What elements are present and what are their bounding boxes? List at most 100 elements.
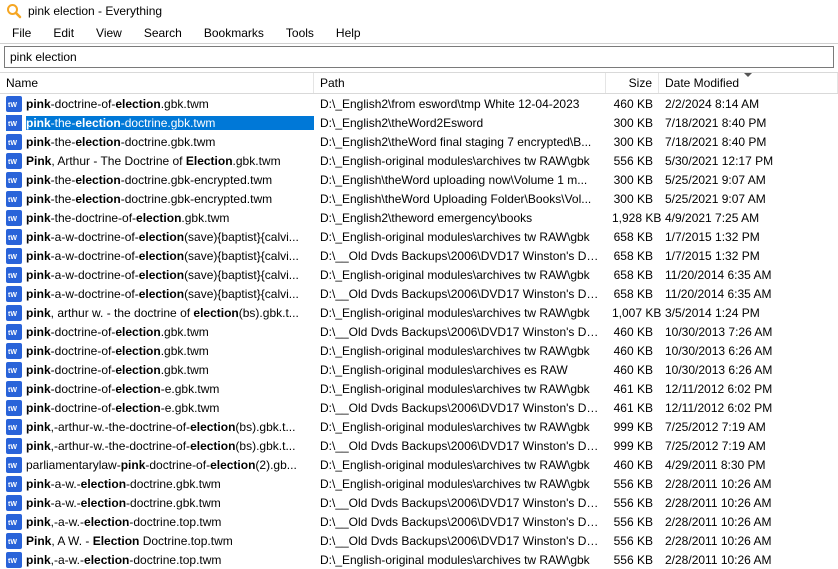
result-row[interactable]: tWpink-doctrine-of-election.gbk.twmD:\_E… bbox=[0, 341, 838, 360]
result-row[interactable]: tWpink-a-w.-election-doctrine.gbk.twmD:\… bbox=[0, 493, 838, 512]
file-icon: tW bbox=[6, 495, 22, 511]
result-row[interactable]: tWpink,-a-w.-election-doctrine.top.twmD:… bbox=[0, 550, 838, 569]
result-row[interactable]: tWpink,-arthur-w.-the-doctrine-of-electi… bbox=[0, 436, 838, 455]
cell-path: D:\_English-original modules\archives tw… bbox=[314, 230, 606, 244]
svg-text:tW: tW bbox=[8, 463, 17, 470]
result-row[interactable]: tWpink-a-w-doctrine-of-election(save){ba… bbox=[0, 284, 838, 303]
cell-size: 658 KB bbox=[606, 249, 659, 263]
result-row[interactable]: tWpink,-a-w.-election-doctrine.top.twmD:… bbox=[0, 512, 838, 531]
cell-path: D:\__Old Dvds Backups\2006\DVD17 Winston… bbox=[314, 287, 606, 301]
cell-date: 4/29/2011 8:30 PM bbox=[659, 458, 838, 472]
menu-help[interactable]: Help bbox=[330, 24, 371, 42]
column-header-path[interactable]: Path bbox=[314, 73, 606, 93]
menu-view[interactable]: View bbox=[90, 24, 132, 42]
result-row[interactable]: tWpink-doctrine-of-election.gbk.twmD:\_E… bbox=[0, 94, 838, 113]
cell-size: 556 KB bbox=[606, 515, 659, 529]
cell-name: pink,-arthur-w.-the-doctrine-of-election… bbox=[26, 420, 314, 434]
column-header-name[interactable]: Name bbox=[0, 73, 314, 93]
cell-name: pink-the-election-doctrine.gbk-encrypted… bbox=[26, 173, 314, 187]
svg-text:tW: tW bbox=[8, 254, 17, 261]
result-row[interactable]: tW pink-the-election-doctrine.gbk.twmD:\_… bbox=[0, 132, 838, 151]
cell-date: 10/30/2013 6:26 AM bbox=[659, 363, 838, 377]
cell-size: 556 KB bbox=[606, 496, 659, 510]
cell-date: 11/20/2014 6:35 AM bbox=[659, 287, 838, 301]
file-icon: tW bbox=[6, 96, 22, 112]
menu-tools[interactable]: Tools bbox=[280, 24, 324, 42]
file-icon: tW bbox=[6, 514, 22, 530]
cell-size: 556 KB bbox=[606, 477, 659, 491]
result-row[interactable]: tWpink-doctrine-of-election-e.gbk.twmD:\… bbox=[0, 398, 838, 417]
result-row[interactable]: tWpink-doctrine-of-election.gbk.twmD:\_E… bbox=[0, 360, 838, 379]
result-row[interactable]: tWpink-a-w-doctrine-of-election(save){ba… bbox=[0, 227, 838, 246]
column-header-size[interactable]: Size bbox=[606, 73, 659, 93]
file-icon: tW bbox=[6, 267, 22, 283]
cell-path: D:\_English-original modules\archives tw… bbox=[314, 458, 606, 472]
svg-text:tW: tW bbox=[8, 330, 17, 337]
file-icon: tW bbox=[6, 134, 22, 150]
file-icon: tW bbox=[6, 457, 22, 473]
result-row[interactable]: tW Pink, Arthur - The Doctrine of Electio… bbox=[0, 151, 838, 170]
cell-date: 2/28/2011 10:26 AM bbox=[659, 534, 838, 548]
cell-name: Pink, Arthur - The Doctrine of Election.… bbox=[26, 154, 314, 168]
file-icon: tW bbox=[6, 381, 22, 397]
cell-date: 4/9/2021 7:25 AM bbox=[659, 211, 838, 225]
search-input[interactable] bbox=[5, 47, 833, 67]
cell-date: 5/25/2021 9:07 AM bbox=[659, 173, 838, 187]
cell-size: 658 KB bbox=[606, 287, 659, 301]
result-row[interactable]: tWpink-the-doctrine-of-election.gbk.twmD… bbox=[0, 208, 838, 227]
svg-text:tW: tW bbox=[8, 235, 17, 242]
file-icon: tW bbox=[6, 286, 22, 302]
cell-size: 461 KB bbox=[606, 401, 659, 415]
cell-name: pink-doctrine-of-election.gbk.twm bbox=[26, 344, 314, 358]
result-row[interactable]: tWpink-doctrine-of-election-e.gbk.twmD:\… bbox=[0, 379, 838, 398]
result-row[interactable]: tWpink-a-w.-election-doctrine.gbk.twmD:\… bbox=[0, 474, 838, 493]
result-row[interactable]: tWpink-doctrine-of-election.gbk.twmD:\__… bbox=[0, 322, 838, 341]
cell-date: 5/30/2021 12:17 PM bbox=[659, 154, 838, 168]
cell-path: D:\_English-original modules\archives tw… bbox=[314, 553, 606, 567]
menu-file[interactable]: File bbox=[6, 24, 41, 42]
result-row[interactable]: tWpink, arthur w. - the doctrine of elec… bbox=[0, 303, 838, 322]
cell-size: 300 KB bbox=[606, 173, 659, 187]
cell-name: pink-doctrine-of-election-e.gbk.twm bbox=[26, 401, 314, 415]
svg-text:tW: tW bbox=[8, 178, 17, 185]
cell-date: 7/18/2021 8:40 PM bbox=[659, 116, 838, 130]
result-row[interactable]: tWparliamentarylaw-pink-doctrine-of-elec… bbox=[0, 455, 838, 474]
svg-text:tW: tW bbox=[8, 121, 17, 128]
svg-text:tW: tW bbox=[8, 292, 17, 299]
svg-text:tW: tW bbox=[8, 520, 17, 527]
menu-bookmarks[interactable]: Bookmarks bbox=[198, 24, 274, 42]
result-row[interactable]: tWpink-a-w-doctrine-of-election(save){ba… bbox=[0, 265, 838, 284]
result-row[interactable]: tW pink,-arthur-w.-the-doctrine-of-electi… bbox=[0, 417, 838, 436]
cell-path: D:\_English2\theWord final staging 7 enc… bbox=[314, 135, 606, 149]
cell-date: 1/7/2015 1:32 PM bbox=[659, 230, 838, 244]
cell-size: 999 KB bbox=[606, 420, 659, 434]
svg-text:tW: tW bbox=[8, 159, 17, 166]
cell-date: 2/2/2024 8:14 AM bbox=[659, 97, 838, 111]
svg-text:tW: tW bbox=[8, 425, 17, 432]
results-list[interactable]: tWpink-doctrine-of-election.gbk.twmD:\_E… bbox=[0, 94, 838, 569]
cell-name: pink-doctrine-of-election.gbk.twm bbox=[26, 325, 314, 339]
menu-search[interactable]: Search bbox=[138, 24, 192, 42]
cell-size: 1,928 KB bbox=[606, 211, 659, 225]
file-icon: tW bbox=[6, 248, 22, 264]
file-icon: tW bbox=[6, 229, 22, 245]
file-icon: tW bbox=[6, 533, 22, 549]
result-row[interactable]: tWPink, A W. - Election Doctrine.top.twm… bbox=[0, 531, 838, 550]
file-icon: tW bbox=[6, 552, 22, 568]
column-headers: Name Path Size Date Modified bbox=[0, 72, 838, 94]
window-title: pink election - Everything bbox=[28, 4, 162, 18]
menu-edit[interactable]: Edit bbox=[47, 24, 84, 42]
cell-path: D:\_English2\from esword\tmp White 12-04… bbox=[314, 97, 606, 111]
cell-size: 460 KB bbox=[606, 458, 659, 472]
search-box bbox=[4, 46, 834, 68]
cell-path: D:\_English-original modules\archives tw… bbox=[314, 306, 606, 320]
result-row[interactable]: tWpink-a-w-doctrine-of-election(save){ba… bbox=[0, 246, 838, 265]
column-header-date[interactable]: Date Modified bbox=[659, 73, 838, 93]
cell-size: 460 KB bbox=[606, 363, 659, 377]
result-row[interactable]: tW pink-the-election-doctrine.gbk-encrypt… bbox=[0, 170, 838, 189]
result-row[interactable]: tWpink-the-election-doctrine.gbk-encrypt… bbox=[0, 189, 838, 208]
result-row[interactable]: tWpink-the-election-doctrine.gbk.twmD:\_… bbox=[0, 113, 838, 132]
cell-date: 10/30/2013 6:26 AM bbox=[659, 344, 838, 358]
cell-name: pink-the-election-doctrine.gbk.twm bbox=[26, 135, 314, 149]
cell-size: 1,007 KB bbox=[606, 306, 659, 320]
